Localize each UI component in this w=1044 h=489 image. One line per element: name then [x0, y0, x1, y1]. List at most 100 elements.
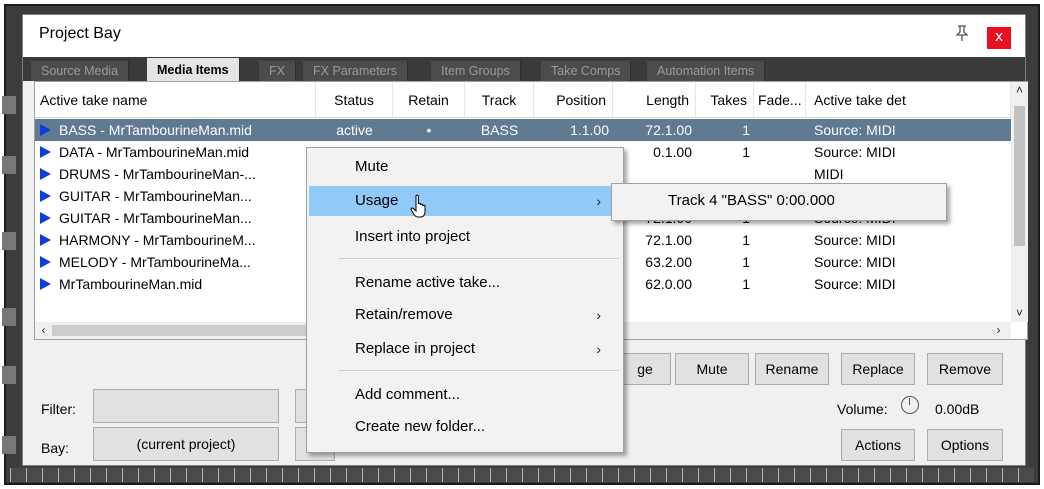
cell-name: GUITAR - MrTambourineMan...: [59, 188, 252, 204]
cell-takes: [696, 163, 754, 185]
cell-fade: [754, 251, 806, 273]
cell-fade: [754, 119, 806, 141]
actions-button[interactable]: Actions: [841, 429, 915, 461]
cell-detail: Source: MIDI: [814, 122, 896, 138]
vertical-scroll-thumb[interactable]: [1014, 106, 1025, 246]
context-menu: Mute Usage › Insert into project Rename a…: [306, 147, 624, 453]
timeline-ruler: [10, 468, 1034, 482]
menu-separator: [339, 370, 619, 371]
cell-name: MELODY - MrTambourineMa...: [59, 254, 251, 270]
cell-length: 72.1.00: [645, 232, 692, 248]
submenu-arrow-icon: ›: [596, 341, 601, 357]
cell-detail: Source: MIDI: [814, 254, 896, 270]
scroll-right-icon[interactable]: ›: [990, 322, 1007, 339]
play-triangle-icon[interactable]: [40, 278, 51, 290]
menu-item-create-new-folder[interactable]: Create new folder...: [309, 412, 621, 442]
scroll-down-icon[interactable]: ˅: [1011, 305, 1028, 322]
volume-value: 0.00dB: [935, 401, 980, 417]
cell-takes: 1: [742, 144, 750, 160]
submenu-item-track-usage[interactable]: Track 4 "BASS" 0:00.000: [668, 184, 835, 220]
cell-detail: Source: MIDI: [814, 276, 896, 292]
play-triangle-icon[interactable]: [40, 146, 51, 158]
pin-icon[interactable]: [949, 23, 975, 49]
cell-name: DATA - MrTambourineMan.mid: [59, 144, 250, 160]
menu-item-add-comment[interactable]: Add comment...: [309, 380, 621, 410]
cell-fade: [754, 141, 806, 163]
tab-source-media[interactable]: Source Media: [31, 61, 130, 81]
volume-knob-icon[interactable]: [901, 396, 919, 414]
cell-length: 0.1.00: [653, 144, 692, 160]
cell-takes: 1: [742, 122, 750, 138]
filter-label: Filter:: [41, 401, 76, 417]
bay-select-button[interactable]: (current project): [93, 427, 279, 461]
menu-item-mute[interactable]: Mute: [309, 152, 621, 182]
play-triangle-icon[interactable]: [40, 212, 51, 224]
cell-fade: [754, 273, 806, 295]
menu-item-label: Mute: [355, 158, 389, 175]
mouse-pointer-icon: [410, 194, 428, 223]
menu-item-label: Retain/remove: [355, 306, 453, 323]
cell-takes: 1: [742, 276, 750, 292]
tab-media-items[interactable]: Media Items: [147, 58, 240, 81]
menu-item-label: Insert into project: [355, 228, 471, 245]
options-button[interactable]: Options: [927, 429, 1003, 461]
menu-item-label: Create new folder...: [355, 418, 486, 435]
cell-retain: •: [426, 122, 432, 138]
menu-item-label: Usage: [355, 192, 399, 209]
play-triangle-icon[interactable]: [40, 190, 51, 202]
replace-button[interactable]: Replace: [841, 353, 915, 385]
cell-length: 63.2.00: [645, 254, 692, 270]
filter-input[interactable]: [93, 389, 279, 423]
remove-button[interactable]: Remove: [927, 353, 1003, 385]
partial-button[interactable]: ge: [619, 353, 671, 385]
cell-name: HARMONY - MrTambourineM...: [59, 232, 256, 248]
cell-detail: MIDI: [814, 166, 844, 182]
tab-bar: Source Media Media Items FX FX Parameter…: [23, 57, 1025, 81]
cell-fade: [754, 229, 806, 251]
play-triangle-icon[interactable]: [40, 124, 51, 136]
tab-item-groups[interactable]: Item Groups: [431, 61, 521, 81]
volume-label: Volume:: [837, 401, 888, 417]
menu-separator: [339, 258, 619, 259]
cell-takes: 1: [742, 232, 750, 248]
cell-length: 72.1.00: [645, 122, 692, 138]
menu-item-usage[interactable]: Usage ›: [309, 186, 621, 216]
cell-fade: [754, 163, 806, 185]
cell-length: [613, 163, 696, 185]
window-title: Project Bay: [39, 25, 121, 42]
play-triangle-icon[interactable]: [40, 256, 51, 268]
table-row[interactable]: BASS - MrTambourineMan.mid active • BASS 1.1…: [35, 119, 1011, 141]
cell-status: active: [336, 122, 373, 138]
scroll-up-icon[interactable]: ˄: [1011, 82, 1028, 99]
cell-name: GUITAR - MrTambourineMan...: [59, 210, 252, 226]
menu-item-label: Replace in project: [355, 340, 476, 357]
cell-detail: Source: MIDI: [814, 232, 896, 248]
cell-length: 62.0.00: [645, 276, 692, 292]
title-bar: Project Bay x: [23, 15, 1025, 57]
play-triangle-icon[interactable]: [40, 234, 51, 246]
tab-take-comps[interactable]: Take Comps: [541, 61, 632, 81]
tab-fx-parameters[interactable]: FX Parameters: [303, 61, 409, 81]
menu-item-rename-active-take[interactable]: Rename active take...: [309, 268, 621, 298]
cell-track: BASS: [480, 122, 519, 138]
submenu-arrow-icon: ›: [596, 307, 601, 323]
usage-submenu: Track 4 "BASS" 0:00.000: [611, 183, 947, 221]
mute-button[interactable]: Mute: [675, 353, 749, 385]
tab-fx[interactable]: FX: [259, 61, 296, 81]
scroll-left-icon[interactable]: ‹: [35, 322, 52, 339]
menu-item-insert-into-project[interactable]: Insert into project: [309, 222, 621, 252]
tab-automation-items[interactable]: Automation Items: [647, 61, 766, 81]
rename-button[interactable]: Rename: [755, 353, 829, 385]
close-button[interactable]: x: [987, 27, 1011, 49]
bay-label: Bay:: [41, 440, 70, 456]
menu-item-label: Add comment...: [355, 386, 461, 403]
menu-item-retain-remove[interactable]: Retain/remove ›: [309, 300, 621, 330]
cell-position: 1.1.00: [570, 122, 609, 138]
play-triangle-icon[interactable]: [40, 168, 51, 180]
cell-name: DRUMS - MrTambourineMan-...: [59, 166, 256, 182]
menu-item-label: Rename active take...: [355, 274, 501, 291]
cell-takes: 1: [742, 254, 750, 270]
cell-detail: Source: MIDI: [814, 144, 896, 160]
volume-knob-tick: [909, 398, 910, 405]
menu-item-replace-in-project[interactable]: Replace in project ›: [309, 334, 621, 364]
